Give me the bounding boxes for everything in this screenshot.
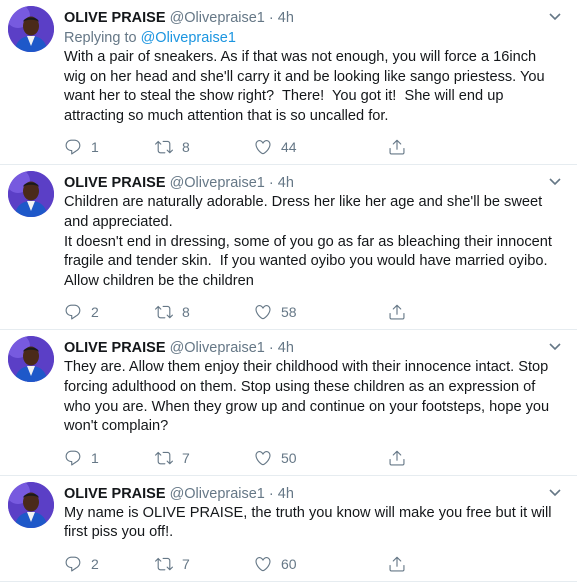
tweet-header: OLIVE PRAISE @Olivepraise1 · 4h bbox=[64, 8, 563, 28]
chevron-down-icon[interactable] bbox=[547, 338, 563, 354]
share-button[interactable] bbox=[388, 138, 418, 156]
like-count: 44 bbox=[281, 139, 297, 156]
separator-dot: · bbox=[268, 175, 274, 192]
like-button[interactable]: 50 bbox=[254, 449, 388, 467]
chevron-down-icon[interactable] bbox=[547, 8, 563, 24]
chevron-down-icon[interactable] bbox=[547, 173, 563, 189]
tweet[interactable]: OLIVE PRAISE @Olivepraise1 · 4h Replying… bbox=[0, 0, 577, 166]
reply-icon bbox=[65, 140, 81, 155]
avatar[interactable] bbox=[8, 6, 54, 52]
share-icon bbox=[389, 140, 405, 155]
reply-count: 1 bbox=[91, 139, 99, 156]
replying-to-label: Replying to bbox=[64, 30, 141, 46]
retweet-icon bbox=[155, 306, 173, 319]
reply-icon bbox=[65, 556, 81, 572]
retweet-icon bbox=[155, 557, 173, 571]
tweet-text: With a pair of sneakers. As if that was … bbox=[64, 49, 549, 124]
like-count: 60 bbox=[281, 555, 297, 572]
profile-photo-icon bbox=[8, 6, 54, 52]
retweet-button[interactable]: 8 bbox=[155, 303, 254, 321]
retweet-button[interactable]: 7 bbox=[155, 555, 254, 573]
separator-dot: · bbox=[268, 10, 274, 26]
display-name[interactable]: OLIVE PRAISE bbox=[64, 10, 166, 26]
separator-dot: · bbox=[268, 340, 274, 357]
reply-button[interactable]: 1 bbox=[64, 449, 155, 467]
retweet-count: 8 bbox=[182, 139, 190, 156]
tweet-actions: 1 8 44 bbox=[64, 130, 563, 164]
display-name[interactable]: OLIVE PRAISE bbox=[64, 340, 166, 356]
share-button[interactable] bbox=[388, 555, 418, 573]
retweet-button[interactable]: 8 bbox=[155, 138, 254, 156]
retweet-count: 8 bbox=[182, 304, 190, 321]
heart-icon bbox=[255, 140, 271, 155]
share-icon bbox=[389, 450, 405, 466]
replying-to: Replying to @Olivepraise1 bbox=[64, 28, 563, 48]
retweet-count: 7 bbox=[182, 449, 190, 466]
tweet-thread: OLIVE PRAISE @Olivepraise1 · 4h Replying… bbox=[0, 0, 577, 582]
tweet-text: They are. Allow them enjoy their childho… bbox=[64, 359, 554, 435]
reply-icon bbox=[65, 305, 81, 320]
retweet-count: 7 bbox=[182, 555, 190, 572]
user-handle[interactable]: @Olivepraise1 bbox=[170, 340, 265, 356]
reply-button[interactable]: 1 bbox=[64, 138, 155, 156]
display-name[interactable]: OLIVE PRAISE bbox=[64, 486, 166, 502]
profile-photo-icon bbox=[8, 336, 54, 383]
timestamp[interactable]: 4h bbox=[278, 10, 294, 26]
chevron-down-icon[interactable] bbox=[547, 484, 563, 500]
heart-icon bbox=[255, 305, 271, 320]
tweet[interactable]: OLIVE PRAISE @Olivepraise1 · 4h Children… bbox=[0, 165, 577, 331]
avatar[interactable] bbox=[8, 171, 54, 218]
tweet[interactable]: OLIVE PRAISE @Olivepraise1 · 4h My name … bbox=[0, 476, 577, 582]
reply-count: 2 bbox=[91, 304, 99, 321]
like-button[interactable]: 58 bbox=[254, 303, 388, 321]
share-button[interactable] bbox=[388, 449, 418, 467]
timestamp[interactable]: 4h bbox=[278, 175, 294, 191]
reply-count: 2 bbox=[91, 555, 99, 572]
like-button[interactable]: 60 bbox=[254, 555, 388, 573]
timestamp[interactable]: 4h bbox=[278, 486, 294, 502]
user-handle[interactable]: @Olivepraise1 bbox=[170, 175, 265, 191]
tweet[interactable]: OLIVE PRAISE @Olivepraise1 · 4h They are… bbox=[0, 330, 577, 476]
avatar[interactable] bbox=[8, 336, 54, 383]
like-count: 50 bbox=[281, 449, 297, 466]
profile-photo-icon bbox=[8, 481, 54, 528]
tweet-actions: 2 8 58 bbox=[64, 295, 563, 329]
display-name[interactable]: OLIVE PRAISE bbox=[64, 175, 166, 191]
profile-photo-icon bbox=[8, 171, 54, 218]
like-count: 58 bbox=[281, 304, 297, 321]
tweet-text: My name is OLIVE PRAISE, the truth you k… bbox=[64, 504, 556, 541]
user-handle[interactable]: @Olivepraise1 bbox=[170, 486, 265, 502]
tweet-text: Children are naturally adorable. Dress h… bbox=[64, 194, 552, 289]
like-button[interactable]: 44 bbox=[254, 138, 388, 156]
share-icon bbox=[389, 305, 405, 320]
reply-icon bbox=[65, 450, 81, 466]
replying-to-mention[interactable]: @Olivepraise1 bbox=[141, 30, 236, 46]
user-handle[interactable]: @Olivepraise1 bbox=[170, 10, 265, 26]
tweet-header: OLIVE PRAISE @Olivepraise1 · 4h bbox=[64, 173, 563, 193]
heart-icon bbox=[255, 450, 271, 465]
share-icon bbox=[389, 556, 405, 572]
share-button[interactable] bbox=[388, 303, 418, 321]
retweet-button[interactable]: 7 bbox=[155, 449, 254, 467]
heart-icon bbox=[255, 556, 271, 572]
tweet-actions: 2 7 60 bbox=[64, 547, 563, 581]
tweet-header: OLIVE PRAISE @Olivepraise1 · 4h bbox=[64, 484, 563, 504]
avatar[interactable] bbox=[8, 481, 54, 528]
retweet-icon bbox=[155, 451, 173, 465]
reply-button[interactable]: 2 bbox=[64, 555, 155, 573]
timestamp[interactable]: 4h bbox=[278, 340, 294, 356]
tweet-actions: 1 7 50 bbox=[64, 441, 563, 475]
reply-count: 1 bbox=[91, 449, 99, 466]
reply-button[interactable]: 2 bbox=[64, 303, 155, 321]
retweet-icon bbox=[155, 141, 173, 154]
separator-dot: · bbox=[268, 485, 274, 502]
tweet-header: OLIVE PRAISE @Olivepraise1 · 4h bbox=[64, 338, 563, 358]
